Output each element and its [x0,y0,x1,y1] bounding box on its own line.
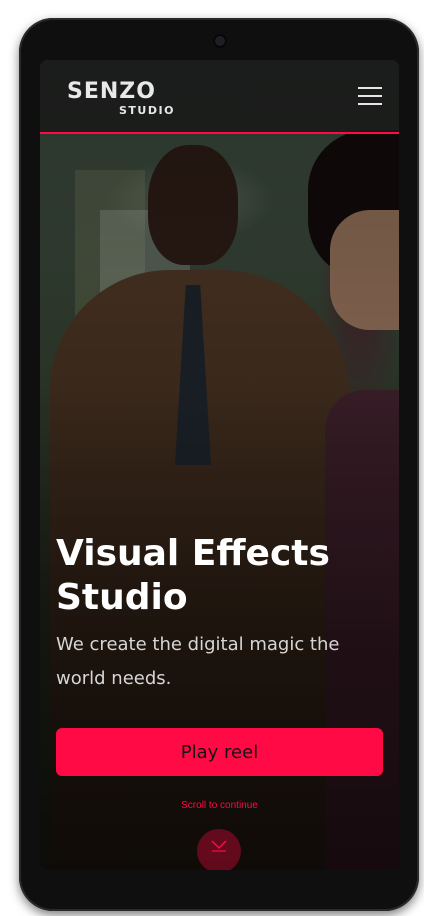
hero-subtitle: We create the digital magic the world ne… [56,634,340,689]
logo[interactable]: SENZO STUDIO [67,80,187,120]
phone-frame: SENZO STUDIO Visual Effects Studio We cr… [19,18,419,911]
scroll-down-button[interactable] [197,829,241,870]
camera-icon [215,36,225,46]
header-accent-line [40,132,399,134]
play-reel-button[interactable]: Play reel [56,728,383,776]
chevron-down-icon [211,840,227,852]
scroll-hint: Scroll to continue [181,800,258,811]
logo-main-text: SENZO [67,79,156,104]
logo-sub-text: STUDIO [119,104,175,117]
screen: SENZO STUDIO Visual Effects Studio We cr… [40,60,399,870]
hamburger-menu-icon[interactable] [358,86,384,106]
site-header: SENZO STUDIO [40,60,399,133]
hero-title: Visual Effects Studio [56,533,330,618]
